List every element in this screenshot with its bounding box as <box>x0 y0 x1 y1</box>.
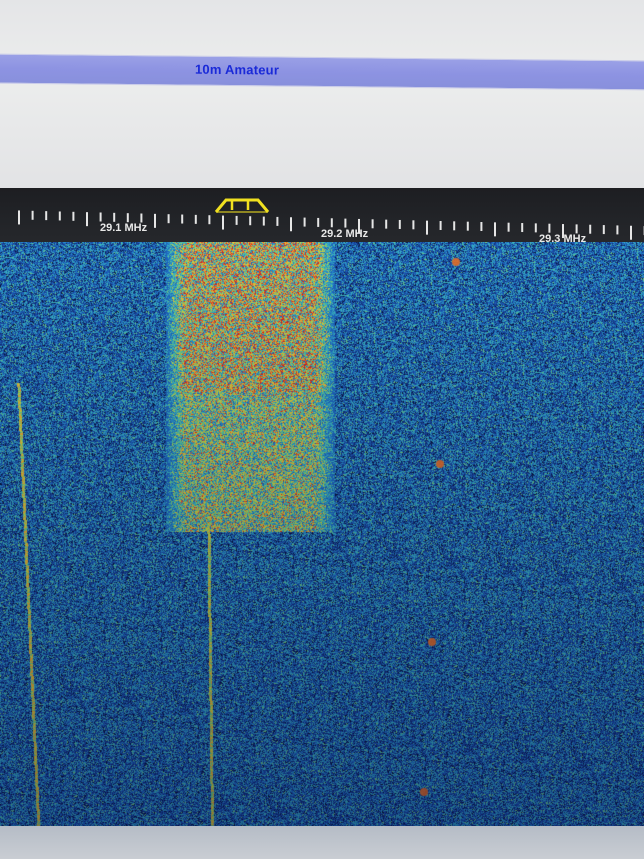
scale-tick <box>494 222 496 237</box>
scale-tick <box>412 220 415 230</box>
scale-tick <box>208 215 211 225</box>
frequency-scale[interactable]: 29.1 MHz 29.2 MHz 29.3 MHz <box>0 188 644 244</box>
scale-tick <box>31 210 34 220</box>
scale-tick <box>113 212 116 222</box>
waterfall-canvas[interactable] <box>0 242 644 828</box>
scale-tick <box>262 216 265 226</box>
scale-tick <box>154 213 156 228</box>
top-panel: 10m Amateur <box>0 0 644 190</box>
scale-tick <box>534 223 537 233</box>
scale-tick <box>521 223 524 233</box>
scale-tick <box>426 220 428 235</box>
scale-tick <box>126 213 129 223</box>
scale-tick <box>58 211 61 221</box>
passband-marker-icon[interactable] <box>214 198 270 213</box>
scale-tick <box>222 215 224 230</box>
scale-tick <box>398 219 401 229</box>
scale-tick <box>630 225 632 240</box>
scale-tick <box>181 214 184 224</box>
scale-tick <box>385 219 388 229</box>
scale-tick <box>344 218 347 228</box>
scale-tick <box>589 224 592 234</box>
scale-tick <box>480 222 483 232</box>
scale-tick <box>99 212 102 222</box>
scale-tick <box>616 225 619 235</box>
freq-label-29.2: 29.2 MHz <box>321 228 369 240</box>
scale-tick <box>303 217 306 227</box>
scale-tick <box>453 221 456 231</box>
scale-tick <box>235 215 238 225</box>
scale-tick <box>249 216 252 226</box>
scale-tick <box>371 219 374 229</box>
scale-tick <box>45 211 48 221</box>
waterfall-display[interactable] <box>0 242 644 828</box>
scale-tick <box>602 225 605 235</box>
scale-tick <box>86 212 88 227</box>
scale-tick <box>72 211 75 221</box>
scale-tick <box>18 210 20 225</box>
scale-tick <box>276 216 279 226</box>
scale-tick <box>194 214 197 224</box>
scale-tick <box>167 214 170 224</box>
scale-tick <box>330 218 333 228</box>
scale-tick <box>439 220 442 230</box>
scale-tick <box>466 221 469 231</box>
band-bar[interactable]: 10m Amateur <box>0 53 644 91</box>
freq-label-29.1: 29.1 MHz <box>100 222 148 234</box>
scale-tick <box>317 217 320 227</box>
scale-tick <box>290 217 292 232</box>
scale-tick <box>548 223 551 233</box>
bottom-bezel <box>0 826 644 859</box>
band-label: 10m Amateur <box>195 61 280 78</box>
scale-tick <box>507 222 510 232</box>
